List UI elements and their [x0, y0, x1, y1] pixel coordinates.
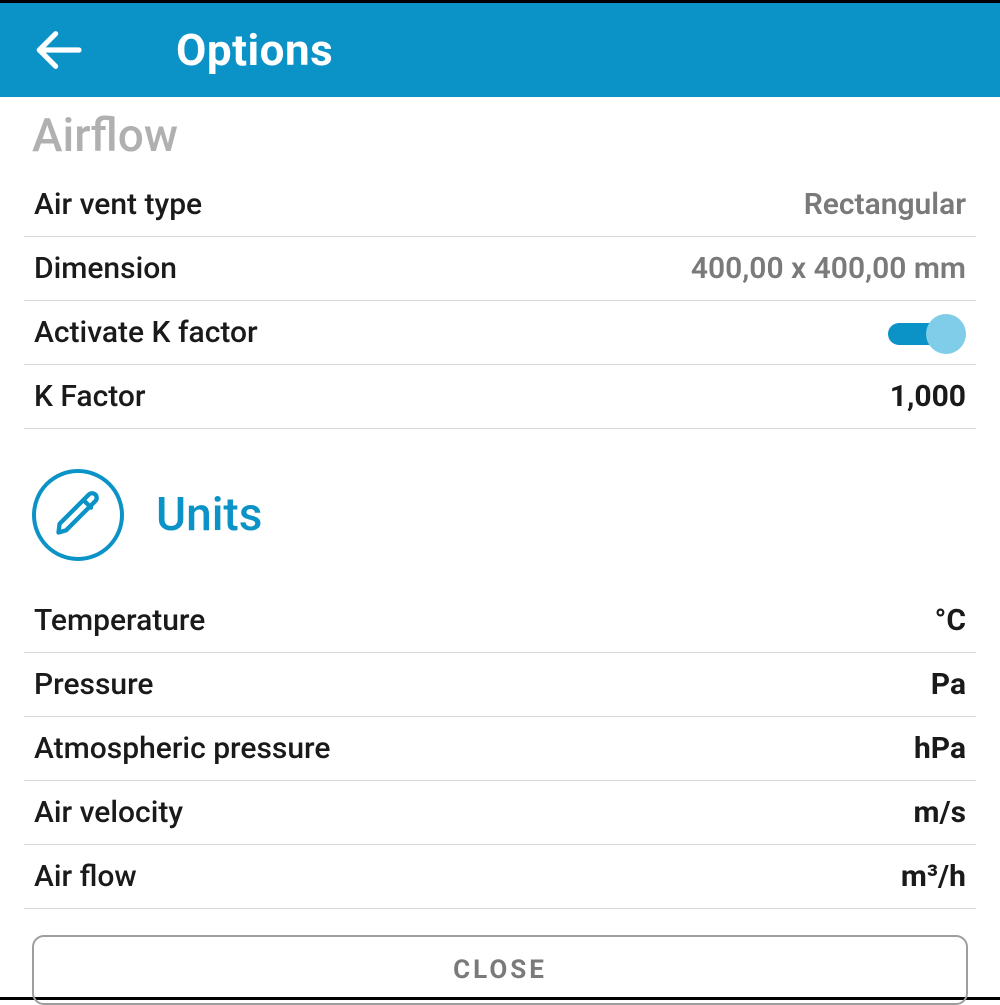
k-factor-label: K Factor: [34, 379, 146, 414]
k-factor-value: 1,000: [890, 379, 966, 414]
k-factor-row[interactable]: K Factor 1,000: [24, 365, 976, 429]
air-flow-row[interactable]: Air flow m³/h: [24, 845, 976, 909]
pressure-value: Pa: [931, 667, 966, 702]
activate-k-factor-label: Activate K factor: [34, 315, 258, 350]
atm-pressure-value: hPa: [914, 731, 966, 766]
temperature-label: Temperature: [34, 603, 205, 638]
temperature-row[interactable]: Temperature °C: [24, 589, 976, 653]
page-title: Options: [176, 24, 333, 76]
atm-pressure-label: Atmospheric pressure: [34, 731, 330, 766]
units-section-title: Units: [156, 488, 262, 542]
temperature-value: °C: [935, 603, 966, 638]
activate-k-factor-row: Activate K factor: [24, 301, 976, 365]
activate-k-factor-toggle[interactable]: [888, 317, 966, 349]
close-button[interactable]: CLOSE: [32, 935, 968, 1005]
air-velocity-row[interactable]: Air velocity m/s: [24, 781, 976, 845]
units-header: Units: [24, 429, 976, 589]
pencil-icon: [52, 487, 104, 543]
app-header: Options: [0, 3, 1000, 97]
airflow-section-title: Airflow: [24, 109, 976, 163]
dimension-row[interactable]: Dimension 400,00 x 400,00 mm: [24, 237, 976, 301]
pressure-label: Pressure: [34, 667, 154, 702]
dimension-value: 400,00 x 400,00 mm: [691, 251, 966, 286]
back-arrow-icon[interactable]: [30, 22, 86, 78]
edit-units-button[interactable]: [32, 469, 124, 561]
air-vent-type-row[interactable]: Air vent type Rectangular: [24, 173, 976, 237]
air-vent-type-label: Air vent type: [34, 187, 202, 222]
air-flow-value: m³/h: [901, 859, 966, 894]
air-velocity-label: Air velocity: [34, 795, 183, 830]
pressure-row[interactable]: Pressure Pa: [24, 653, 976, 717]
toggle-thumb: [926, 314, 966, 354]
dimension-label: Dimension: [34, 251, 177, 286]
air-flow-label: Air flow: [34, 859, 137, 894]
air-velocity-value: m/s: [913, 795, 966, 830]
air-vent-type-value: Rectangular: [804, 187, 966, 222]
atm-pressure-row[interactable]: Atmospheric pressure hPa: [24, 717, 976, 781]
